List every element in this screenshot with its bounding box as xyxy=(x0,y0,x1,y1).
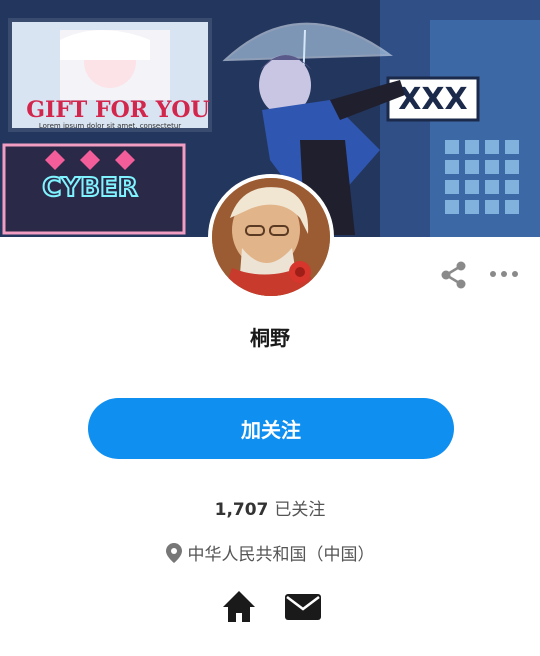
home-icon xyxy=(223,591,255,622)
more-icon xyxy=(490,271,518,277)
mail-icon xyxy=(285,594,321,620)
share-icon xyxy=(441,261,466,289)
banner-sign-text: GIFT FOR YOU xyxy=(26,97,210,123)
svg-text:XXX: XXX xyxy=(398,82,467,117)
profile-links xyxy=(0,588,540,624)
following-label: 已关注 xyxy=(274,500,326,520)
following-stats[interactable]: 1,707 已关注 xyxy=(0,495,540,520)
follow-button[interactable]: 加关注 xyxy=(88,398,454,459)
profile-name: 桐野 xyxy=(250,326,290,350)
following-count: 1,707 xyxy=(214,500,269,520)
avatar-portrait xyxy=(212,178,330,296)
more-options-button[interactable] xyxy=(488,262,520,286)
banner-neon-text: CYBER xyxy=(42,173,138,203)
home-link[interactable] xyxy=(221,588,257,624)
profile-location: 中华人民共和国（中国） xyxy=(0,540,540,565)
message-link[interactable] xyxy=(283,588,321,624)
location-pin-icon xyxy=(165,542,182,563)
banner-sign-subtext: Lorem ipsum dolor sit amet, consectetur xyxy=(39,122,181,130)
share-button[interactable] xyxy=(439,260,469,290)
profile-avatar[interactable] xyxy=(208,174,334,300)
location-text: 中华人民共和国（中国） xyxy=(187,545,375,565)
